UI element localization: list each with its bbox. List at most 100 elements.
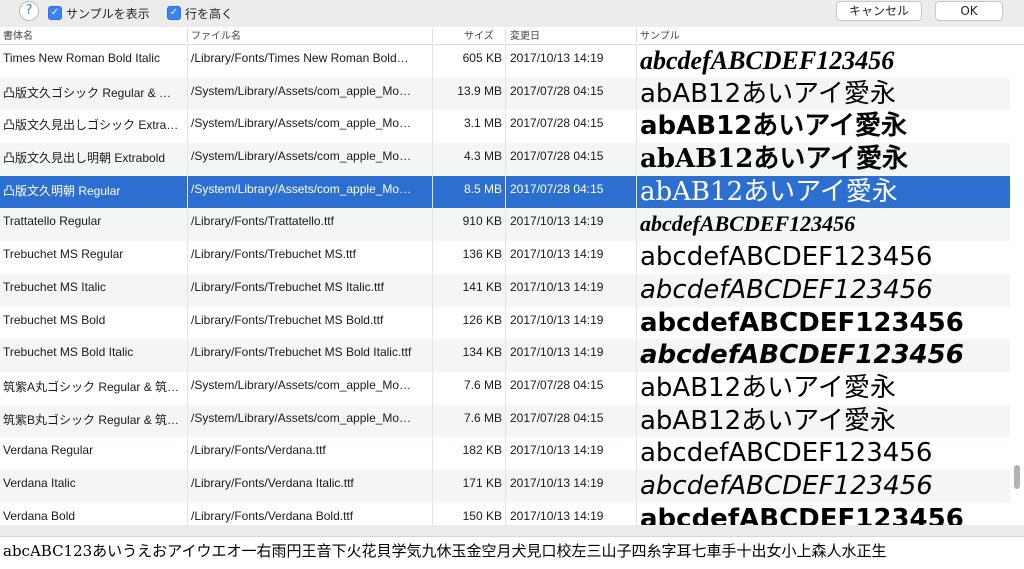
- file-path-cell: /Library/Fonts/Verdana Italic.ttf: [191, 475, 354, 490]
- file-size-cell: 3.1 MB: [463, 116, 502, 131]
- file-path-cell: /Library/Fonts/Trebuchet MS Italic.ttf: [191, 279, 384, 294]
- font-sample-cell: abAB12あいアイ愛永: [640, 372, 896, 403]
- file-path-cell: /Library/Fonts/Trebuchet MS.ttf: [191, 247, 356, 262]
- help-button[interactable]: ?: [19, 1, 39, 21]
- file-path-cell: /System/Library/Assets/com_apple_Mo…: [191, 116, 412, 131]
- column-divider[interactable]: [187, 29, 188, 43]
- file-path-cell: /Library/Fonts/Verdana Bold.ttf: [191, 508, 354, 523]
- file-size-cell: 910 KB: [462, 214, 502, 229]
- table-row[interactable]: Trattatello Regular/Library/Fonts/Tratta…: [0, 208, 1024, 242]
- column-header-date[interactable]: 変更日: [510, 30, 540, 43]
- modified-date-cell: 2017/10/13 14:19: [510, 312, 604, 327]
- column-divider: [432, 45, 433, 525]
- table-row[interactable]: Verdana Bold/Library/Fonts/Verdana Bold.…: [0, 503, 1024, 525]
- file-path-cell: /Library/Fonts/Verdana.ttf: [191, 443, 326, 458]
- modified-date-cell: 2017/10/13 14:19: [510, 51, 604, 65]
- font-name-cell: 凸版文久明朝 Regular: [3, 183, 121, 198]
- file-size-cell: 13.9 MB: [457, 83, 502, 98]
- file-size-cell: 7.6 MB: [463, 377, 502, 392]
- toolbar: ? ✓ サンプルを表示 ✓ 行を高く キャンセル OK: [0, 0, 1024, 27]
- column-divider[interactable]: [505, 29, 506, 43]
- font-name-cell: 凸版文久見出し明朝 Extrabold: [3, 151, 166, 166]
- font-sample-cell: abAB12あいアイ愛永: [640, 176, 898, 207]
- table-row[interactable]: Verdana Italic/Library/Fonts/Verdana Ita…: [0, 469, 1024, 503]
- table-row[interactable]: Verdana Regular/Library/Fonts/Verdana.tt…: [0, 437, 1024, 470]
- vertical-scrollbar[interactable]: [1010, 45, 1024, 525]
- scrollbar-thumb[interactable]: [1014, 465, 1020, 489]
- font-name-cell: Verdana Bold: [3, 508, 76, 523]
- modified-date-cell: 2017/10/13 14:19: [510, 508, 604, 523]
- checkmark-icon: ✓: [48, 6, 62, 20]
- modified-date-cell: 2017/10/13 14:19: [510, 214, 604, 229]
- column-header-path[interactable]: ファイル名: [191, 30, 241, 43]
- file-path-cell: /Library/Fonts/Trebuchet MS Bold.ttf: [191, 312, 384, 327]
- modified-date-cell: 2017/10/13 14:19: [510, 279, 604, 294]
- file-size-cell: 8.5 MB: [463, 181, 502, 196]
- font-name-cell: Verdana Regular: [3, 443, 94, 458]
- font-name-cell: Verdana Italic: [3, 475, 76, 490]
- font-sample-cell: abcdefABCDEF123456: [640, 46, 895, 75]
- font-sample-cell: abcdefABCDEF123456: [640, 340, 964, 371]
- font-sample-cell: abcdefABCDEF123456: [640, 242, 933, 273]
- table-row[interactable]: 筑紫B丸ゴシック Regular & 筑… /System/Library/Ass…: [0, 404, 1024, 438]
- font-table[interactable]: 書体名 ファイル名 サイズ 変更日 サンプル Times New Roman B…: [0, 27, 1024, 525]
- modified-date-cell: 2017/07/28 04:15: [510, 410, 604, 425]
- font-sample-cell: abcdefABCDEF123456: [640, 211, 856, 237]
- file-path-cell: /System/Library/Assets/com_apple_Mo…: [191, 83, 412, 98]
- tall-rows-checkbox[interactable]: ✓ 行を高く: [167, 5, 233, 21]
- file-size-cell: 126 KB: [462, 312, 502, 327]
- table-row[interactable]: 凸版文久見出しゴシック Extrabold/System/Library/Ass…: [0, 110, 1024, 143]
- modified-date-cell: 2017/07/28 04:15: [510, 116, 604, 131]
- file-size-cell: 4.3 MB: [463, 149, 502, 164]
- column-header-name[interactable]: 書体名: [3, 30, 33, 43]
- table-body: Times New Roman Bold Italic/Library/Font…: [0, 45, 1024, 525]
- font-name-cell: 凸版文久見出しゴシック Extrabold: [3, 118, 183, 133]
- font-sample-cell: abAB12あいアイ愛永: [640, 405, 896, 436]
- font-sample-cell: abAB12あいアイ愛永: [640, 144, 909, 175]
- file-path-cell: /Library/Fonts/Times New Roman Bold…: [191, 51, 409, 65]
- column-header-sample[interactable]: サンプル: [640, 30, 680, 43]
- column-divider[interactable]: [432, 29, 433, 43]
- font-sample-cell: abcdefABCDEF123456: [640, 438, 933, 469]
- font-name-cell: Trebuchet MS Italic: [3, 279, 106, 294]
- table-row[interactable]: Times New Roman Bold Italic/Library/Font…: [0, 45, 1024, 78]
- preview-text: abcABC123あいうえおアイウエオ一右雨円王音下火花貝学気九休玉金空月犬見口…: [3, 542, 887, 560]
- column-divider: [187, 45, 188, 525]
- file-size-cell: 171 KB: [462, 475, 502, 490]
- modified-date-cell: 2017/07/28 04:15: [510, 83, 604, 98]
- file-size-cell: 134 KB: [462, 345, 502, 360]
- font-name-cell: 筑紫B丸ゴシック Regular & 筑…: [3, 412, 180, 427]
- file-size-cell: 136 KB: [462, 247, 502, 262]
- table-row[interactable]: Trebuchet MS Italic/Library/Fonts/Trebuc…: [0, 273, 1024, 307]
- modified-date-cell: 2017/07/28 04:15: [510, 181, 604, 196]
- font-name-cell: Trebuchet MS Regular: [3, 247, 124, 262]
- column-header-size[interactable]: サイズ: [464, 30, 494, 43]
- table-row[interactable]: Trebuchet MS Bold/Library/Fonts/Trebuche…: [0, 307, 1024, 340]
- checkmark-icon: ✓: [167, 6, 181, 20]
- table-row[interactable]: 凸版文久見出し明朝 Extrabold/System/Library/Asset…: [0, 143, 1024, 176]
- modified-date-cell: 2017/10/13 14:19: [510, 475, 604, 490]
- modified-date-cell: 2017/10/13 14:19: [510, 247, 604, 262]
- font-name-cell: Times New Roman Bold Italic: [3, 51, 160, 65]
- font-name-cell: Trebuchet MS Bold Italic: [3, 345, 134, 360]
- file-size-cell: 605 KB: [462, 51, 502, 65]
- column-divider: [636, 45, 637, 525]
- table-row[interactable]: 筑紫A丸ゴシック Regular & 筑… /System/Library/Ass…: [0, 372, 1024, 405]
- font-sample-cell: abcdefABCDEF123456: [640, 274, 933, 305]
- table-row[interactable]: Trebuchet MS Bold Italic/Library/Fonts/T…: [0, 339, 1024, 372]
- font-name-cell: Trebuchet MS Bold: [3, 312, 106, 327]
- font-name-cell: Trattatello Regular: [3, 214, 102, 229]
- show-sample-checkbox[interactable]: ✓ サンプルを表示: [48, 5, 150, 21]
- table-row[interactable]: 凸版文久明朝 Regular/System/Library/Assets/com…: [0, 175, 1024, 209]
- font-sample-cell: abAB12あいアイ愛永: [640, 78, 896, 109]
- table-header: 書体名 ファイル名 サイズ 変更日 サンプル: [0, 27, 1024, 45]
- file-size-cell: 141 KB: [462, 279, 502, 294]
- table-row[interactable]: Trebuchet MS Regular/Library/Fonts/Trebu…: [0, 241, 1024, 274]
- table-row[interactable]: 凸版文久ゴシック Regular & 凸… /System/Library/Ass…: [0, 77, 1024, 111]
- font-sample-cell: abcdefABCDEF123456: [640, 503, 964, 525]
- column-divider[interactable]: [636, 29, 637, 43]
- ok-button[interactable]: OK: [935, 1, 1003, 21]
- preview-panel: abcABC123あいうえおアイウエオ一右雨円王音下火花貝学気九休玉金空月犬見口…: [0, 536, 1024, 569]
- file-path-cell: /System/Library/Assets/com_apple_Mo…: [191, 181, 412, 196]
- cancel-button[interactable]: キャンセル: [836, 1, 922, 21]
